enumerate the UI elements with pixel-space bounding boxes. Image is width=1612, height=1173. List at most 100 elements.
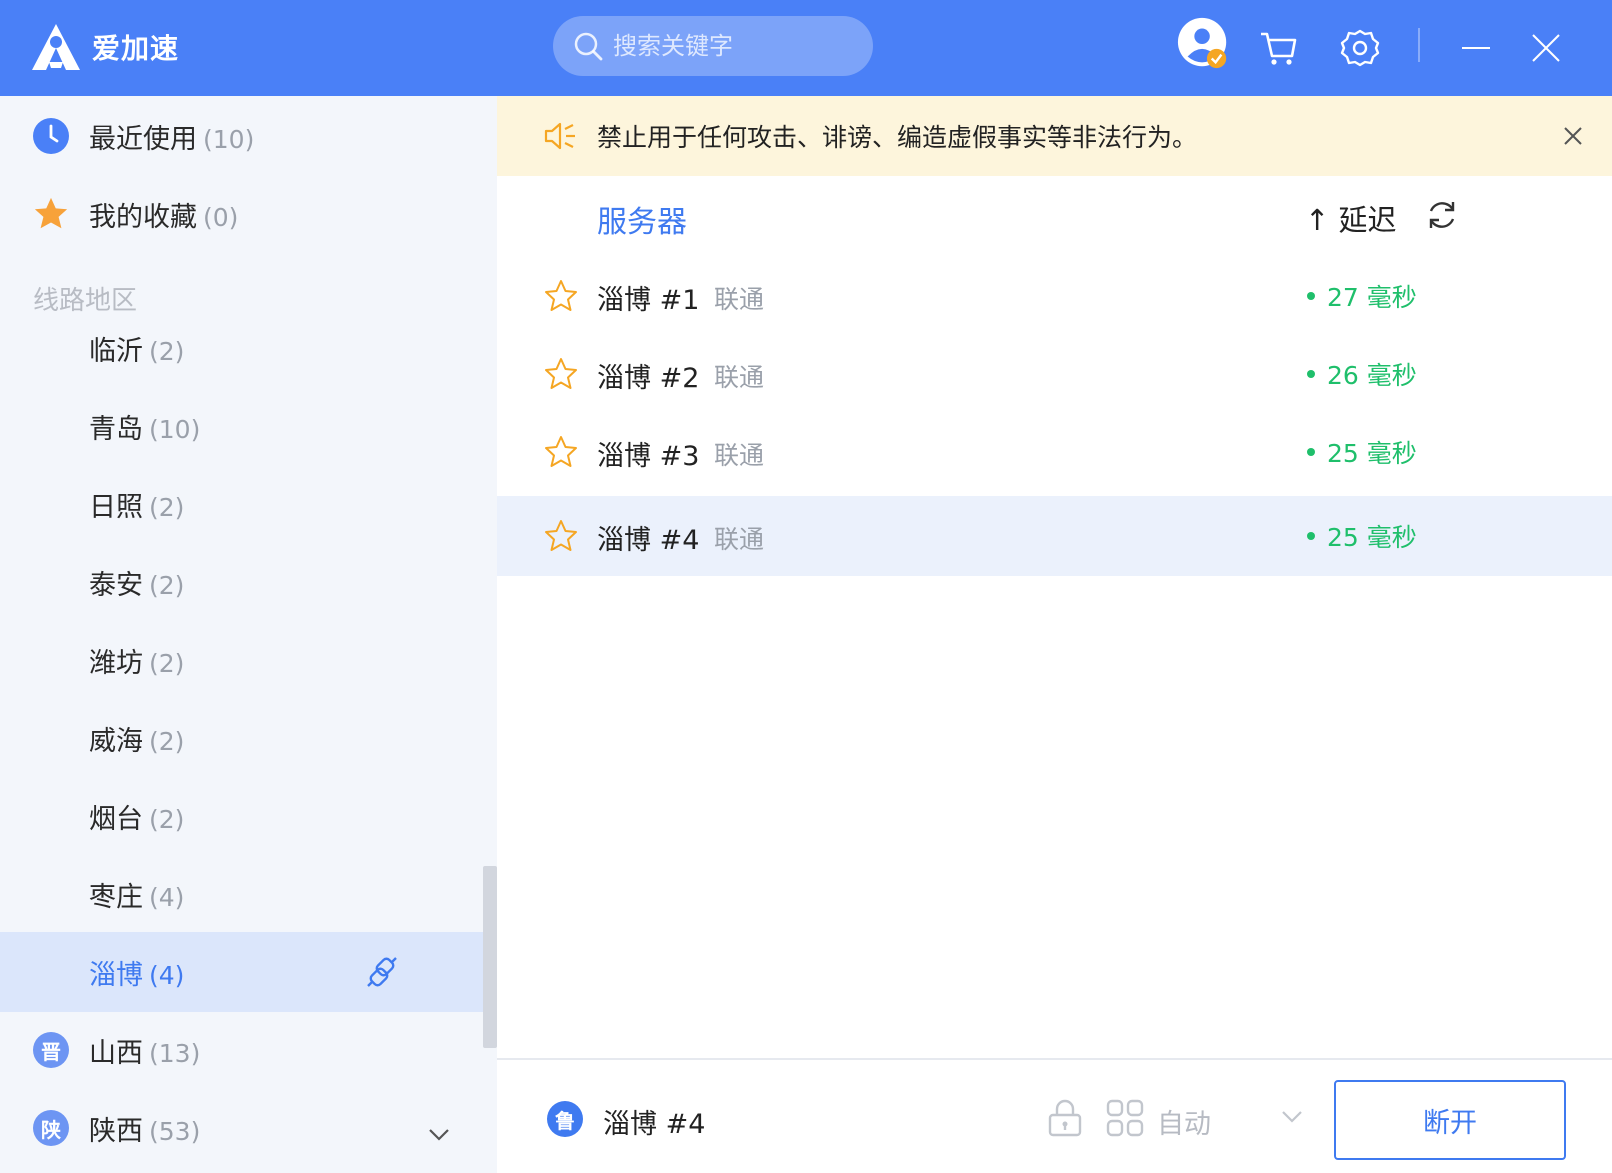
chevron-down-icon[interactable] <box>1281 1109 1303 1128</box>
current-region-badge: 鲁 <box>547 1101 583 1137</box>
sidebar-city-item[interactable]: 泰安 (2) <box>0 542 483 622</box>
city-count: (2) <box>149 648 185 678</box>
app-title: 爱加速 <box>92 32 180 65</box>
city-count: (10) <box>149 414 201 444</box>
search-input[interactable] <box>613 32 843 60</box>
latency-value: 27 毫秒 <box>1327 283 1417 312</box>
favorite-star-icon[interactable] <box>543 518 579 558</box>
server-isp: 联通 <box>714 363 765 392</box>
province-badge: 陕 <box>33 1110 69 1146</box>
server-name: 淄博 #3 <box>597 441 700 472</box>
sidebar-city-item[interactable]: 潍坊 (2) <box>0 620 483 700</box>
minimize-icon <box>1462 47 1490 49</box>
server-name: 淄博 #4 <box>597 525 700 556</box>
favorite-star-icon[interactable] <box>543 356 579 396</box>
connection-footer: 鲁 淄博 #4 自动 断开 <box>497 1058 1612 1173</box>
column-header-latency[interactable]: ↑ 延迟 <box>1305 197 1397 239</box>
sidebar-item-label: 最近使用 <box>89 123 197 155</box>
server-row[interactable]: 淄博 #1 联通 27 毫秒 <box>497 256 1612 336</box>
minimize-button[interactable] <box>1448 20 1504 76</box>
province-count: (53) <box>149 1116 201 1146</box>
refresh-icon[interactable] <box>1425 198 1459 236</box>
sidebar-item-count: (10) <box>203 124 255 154</box>
city-count: (2) <box>149 570 185 600</box>
city-label: 临沂 <box>89 335 143 367</box>
cart-button[interactable] <box>1250 20 1306 76</box>
notice-close-button[interactable] <box>1557 120 1589 152</box>
sidebar-city-item[interactable]: 日照 (2) <box>0 464 483 544</box>
latency-value: 25 毫秒 <box>1327 439 1417 468</box>
sidebar-city-item[interactable]: 临沂 (2) <box>0 308 483 388</box>
server-name: 淄博 #1 <box>597 285 700 316</box>
connected-link-icon <box>364 954 400 997</box>
city-label: 泰安 <box>89 569 143 601</box>
sidebar: 最近使用 (10) 我的收藏 (0) 线路地区 临沂 (2) 青岛 (10) 日照 (2)… <box>0 96 497 1173</box>
settings-icon <box>1340 29 1380 67</box>
status-dot <box>1307 292 1315 300</box>
sidebar-item-recent[interactable]: 最近使用 (10) <box>0 96 483 176</box>
server-row[interactable]: 淄博 #2 联通 26 毫秒 <box>497 334 1612 414</box>
chevron-down-icon[interactable] <box>428 1118 450 1149</box>
city-count: (2) <box>149 492 185 522</box>
city-count: (4) <box>149 882 185 912</box>
city-label: 枣庄 <box>89 881 143 913</box>
search-icon <box>574 32 603 61</box>
city-label: 烟台 <box>89 803 143 835</box>
server-isp: 联通 <box>714 525 765 554</box>
user-avatar-button[interactable] <box>1176 16 1232 72</box>
close-icon <box>1564 127 1582 145</box>
close-window-button[interactable] <box>1518 20 1574 76</box>
favorite-star-icon[interactable] <box>543 434 579 474</box>
sidebar-city-item[interactable]: 威海 (2) <box>0 698 483 778</box>
server-isp: 联通 <box>714 441 765 470</box>
server-latency: 25 毫秒 <box>1307 518 1417 554</box>
notice-bar: 禁止用于任何攻击、诽谤、编造虚假事实等非法行为。 <box>497 96 1612 176</box>
sidebar-province-item[interactable]: 晋 山西 (13) <box>0 1010 483 1090</box>
city-label: 淄博 <box>89 959 143 991</box>
sidebar-province-item[interactable]: 陕 陕西 (53) <box>0 1088 483 1168</box>
current-server-name: 淄博 #4 <box>603 1109 706 1140</box>
favorite-star-icon[interactable] <box>543 278 579 318</box>
title-bar: 爱加速 <box>0 0 1612 96</box>
mode-select[interactable]: 自动 <box>1157 1102 1211 1141</box>
sidebar-city-item[interactable]: 枣庄 (4) <box>0 854 483 934</box>
province-badge: 晋 <box>33 1032 69 1068</box>
province-label: 陕西 <box>89 1115 143 1147</box>
server-list-header: 服务器 ↑ 延迟 <box>497 176 1612 256</box>
city-label: 青岛 <box>89 413 143 445</box>
app-logo-icon <box>32 24 80 70</box>
server-latency: 25 毫秒 <box>1307 434 1417 470</box>
city-count: (2) <box>149 336 185 366</box>
city-count: (2) <box>149 726 185 756</box>
status-dot <box>1307 448 1315 456</box>
latency-value: 25 毫秒 <box>1327 523 1417 552</box>
lock-icon[interactable] <box>1047 1099 1083 1141</box>
server-row[interactable]: 淄博 #3 联通 25 毫秒 <box>497 412 1612 492</box>
latency-value: 26 毫秒 <box>1327 361 1417 390</box>
sidebar-city-item-selected[interactable]: 淄博 (4) <box>0 932 483 1012</box>
column-header-server[interactable]: 服务器 <box>597 197 687 241</box>
server-latency: 27 毫秒 <box>1307 278 1417 314</box>
sidebar-scrollbar[interactable] <box>483 866 497 1048</box>
star-filled-icon <box>33 196 69 232</box>
search-box[interactable] <box>553 16 873 76</box>
clock-icon <box>33 118 69 154</box>
apps-grid-icon <box>1105 1098 1145 1142</box>
server-row-selected[interactable]: 淄博 #4 联通 25 毫秒 <box>497 496 1612 576</box>
disconnect-button[interactable]: 断开 <box>1334 1080 1566 1160</box>
settings-button[interactable] <box>1332 20 1388 76</box>
server-latency: 26 毫秒 <box>1307 356 1417 392</box>
server-isp: 联通 <box>714 285 765 314</box>
sidebar-item-favorites[interactable]: 我的收藏 (0) <box>0 174 483 254</box>
sidebar-city-item[interactable]: 青岛 (10) <box>0 386 483 466</box>
cart-icon <box>1261 32 1297 65</box>
notice-text: 禁止用于任何攻击、诽谤、编造虚假事实等非法行为。 <box>597 123 1198 152</box>
city-label: 日照 <box>89 491 143 523</box>
sidebar-city-item[interactable]: 烟台 (2) <box>0 776 483 856</box>
province-label: 山西 <box>89 1037 143 1069</box>
sidebar-item-label: 我的收藏 <box>89 201 197 233</box>
city-count: (4) <box>149 960 185 990</box>
city-label: 潍坊 <box>89 647 143 679</box>
status-dot <box>1307 370 1315 378</box>
status-dot <box>1307 532 1315 540</box>
